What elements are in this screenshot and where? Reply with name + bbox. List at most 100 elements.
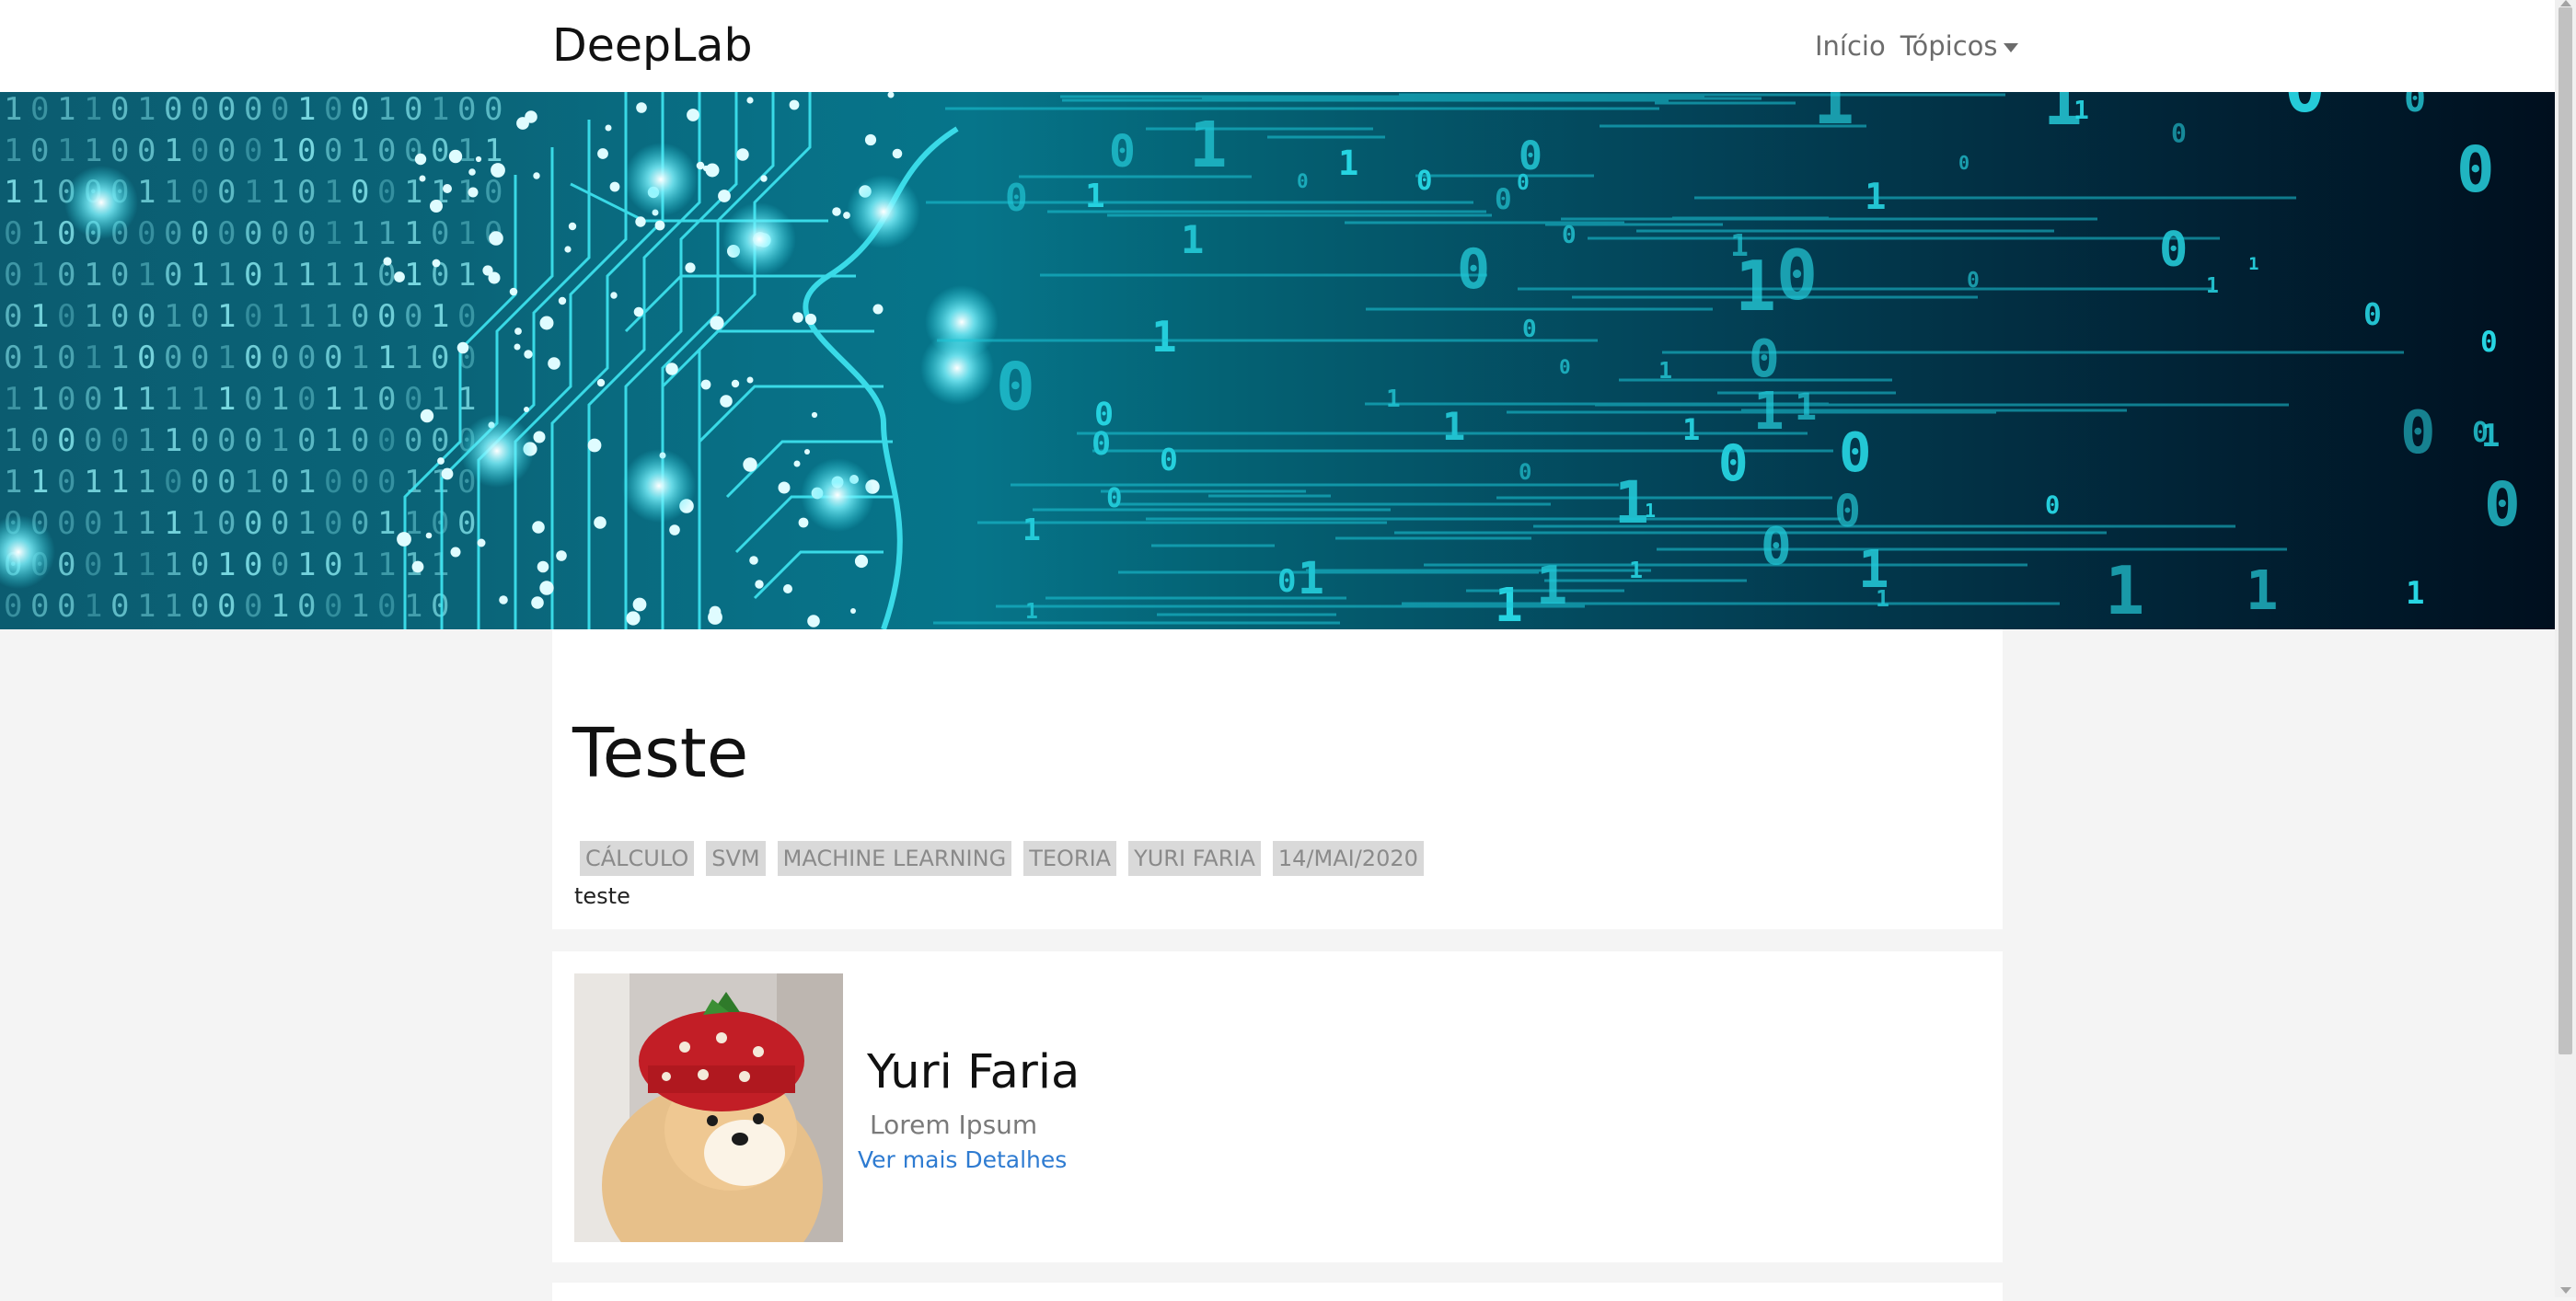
svg-text:1: 1 <box>2248 254 2258 274</box>
svg-text:0: 0 <box>431 505 449 542</box>
svg-text:0: 0 <box>1519 459 1531 485</box>
svg-text:0: 0 <box>2456 133 2495 207</box>
svg-text:1: 1 <box>217 381 236 418</box>
svg-text:1: 1 <box>404 588 422 625</box>
scroll-up-arrow-icon[interactable] <box>2560 0 2571 6</box>
svg-text:0: 0 <box>351 464 369 501</box>
svg-text:0: 0 <box>164 340 182 376</box>
svg-text:0: 0 <box>191 215 209 252</box>
svg-text:0: 0 <box>110 422 129 459</box>
svg-text:0: 0 <box>271 215 289 252</box>
svg-text:0: 0 <box>271 92 289 128</box>
nav-item-inicio[interactable]: Início <box>1815 28 1886 64</box>
svg-text:0: 0 <box>457 298 476 335</box>
svg-text:0: 0 <box>377 298 396 335</box>
svg-text:1: 1 <box>1682 412 1700 447</box>
svg-text:1: 1 <box>1876 585 1889 612</box>
svg-text:1: 1 <box>84 464 102 501</box>
svg-text:0: 0 <box>2480 326 2498 359</box>
svg-text:0: 0 <box>271 505 289 542</box>
svg-text:1: 1 <box>137 505 156 542</box>
svg-text:0: 0 <box>244 215 262 252</box>
brand-logo[interactable]: DeepLab <box>552 17 753 75</box>
svg-text:0: 0 <box>57 381 75 418</box>
svg-text:0: 0 <box>244 340 262 376</box>
tag-calculo[interactable]: CÁLCULO <box>580 841 695 876</box>
svg-text:0: 0 <box>404 92 422 128</box>
svg-text:0: 0 <box>1457 237 1490 302</box>
svg-text:0: 0 <box>431 215 449 252</box>
svg-text:1: 1 <box>2105 552 2144 629</box>
svg-text:0: 0 <box>377 381 396 418</box>
svg-text:0: 0 <box>244 547 262 583</box>
post-card: Teste CÁLCULO SVM MACHINE LEARNING TEORI… <box>552 629 2003 929</box>
svg-text:1: 1 <box>110 547 129 583</box>
svg-text:0: 0 <box>297 381 316 418</box>
svg-text:1: 1 <box>137 92 156 128</box>
svg-text:1: 1 <box>217 298 236 335</box>
caret-down-icon <box>2003 43 2018 52</box>
svg-text:0: 0 <box>324 464 342 501</box>
svg-text:1: 1 <box>137 547 156 583</box>
tag-machine-learning[interactable]: MACHINE LEARNING <box>777 841 1012 876</box>
svg-text:0: 0 <box>431 132 449 169</box>
svg-text:1: 1 <box>2406 575 2424 612</box>
svg-text:0: 0 <box>324 92 342 128</box>
author-details-link[interactable]: Ver mais Detalhes <box>858 1146 1067 1173</box>
tag-date[interactable]: 14/MAI/2020 <box>1272 841 1424 876</box>
tag-author[interactable]: YURI FARIA <box>1128 841 1261 876</box>
svg-text:1: 1 <box>297 464 316 501</box>
svg-text:1: 1 <box>137 381 156 418</box>
svg-text:0: 0 <box>377 588 396 625</box>
svg-text:1: 1 <box>271 257 289 294</box>
svg-text:0: 0 <box>1092 426 1111 463</box>
svg-text:0: 0 <box>164 464 182 501</box>
svg-text:0: 0 <box>4 215 22 252</box>
vertical-scrollbar[interactable] <box>2555 0 2576 1297</box>
nav-item-label: Início <box>1815 30 1886 62</box>
svg-text:0: 0 <box>191 588 209 625</box>
svg-text:1: 1 <box>431 547 449 583</box>
svg-text:0: 0 <box>217 588 236 625</box>
tag-svm[interactable]: SVM <box>706 841 766 876</box>
author-subtitle: Lorem Ipsum <box>870 1110 1038 1140</box>
svg-text:0: 0 <box>297 422 316 459</box>
svg-text:0: 0 <box>324 340 342 376</box>
svg-text:0: 0 <box>110 132 129 169</box>
top-navbar: DeepLab Início Tópicos <box>0 0 2555 92</box>
svg-text:0: 0 <box>484 174 502 211</box>
svg-text:1: 1 <box>164 505 182 542</box>
svg-text:1: 1 <box>1813 92 1854 140</box>
scrollbar-thumb[interactable] <box>2559 7 2572 1054</box>
svg-text:0: 0 <box>1495 183 1512 216</box>
svg-text:1: 1 <box>4 132 22 169</box>
svg-text:0: 0 <box>57 422 75 459</box>
tag-teoria[interactable]: TEORIA <box>1023 841 1117 876</box>
svg-text:1: 1 <box>4 174 22 211</box>
svg-text:1: 1 <box>404 257 422 294</box>
svg-text:0: 0 <box>4 340 22 376</box>
author-name: Yuri Faria <box>867 1045 1080 1100</box>
author-avatar <box>574 973 843 1242</box>
svg-text:1: 1 <box>30 298 49 335</box>
svg-text:1: 1 <box>271 298 289 335</box>
svg-text:0: 0 <box>137 132 156 169</box>
svg-text:1: 1 <box>164 588 182 625</box>
svg-text:0: 0 <box>244 422 262 459</box>
svg-text:0: 0 <box>297 588 316 625</box>
svg-text:0: 0 <box>1416 165 1432 196</box>
svg-text:0: 0 <box>1776 235 1818 316</box>
svg-text:1: 1 <box>137 464 156 501</box>
svg-text:1: 1 <box>244 464 262 501</box>
svg-text:0: 0 <box>30 588 49 625</box>
svg-text:0: 0 <box>324 588 342 625</box>
svg-text:1: 1 <box>191 381 209 418</box>
svg-text:0: 0 <box>217 464 236 501</box>
post-tags: CÁLCULO SVM MACHINE LEARNING TEORIA YURI… <box>580 841 1424 876</box>
scroll-down-arrow-icon[interactable] <box>2560 1287 2571 1294</box>
svg-text:0: 0 <box>2045 491 2060 520</box>
svg-text:1: 1 <box>217 257 236 294</box>
svg-text:1: 1 <box>164 298 182 335</box>
nav-item-topicos[interactable]: Tópicos <box>1900 28 2018 64</box>
svg-text:1: 1 <box>1085 178 1105 215</box>
